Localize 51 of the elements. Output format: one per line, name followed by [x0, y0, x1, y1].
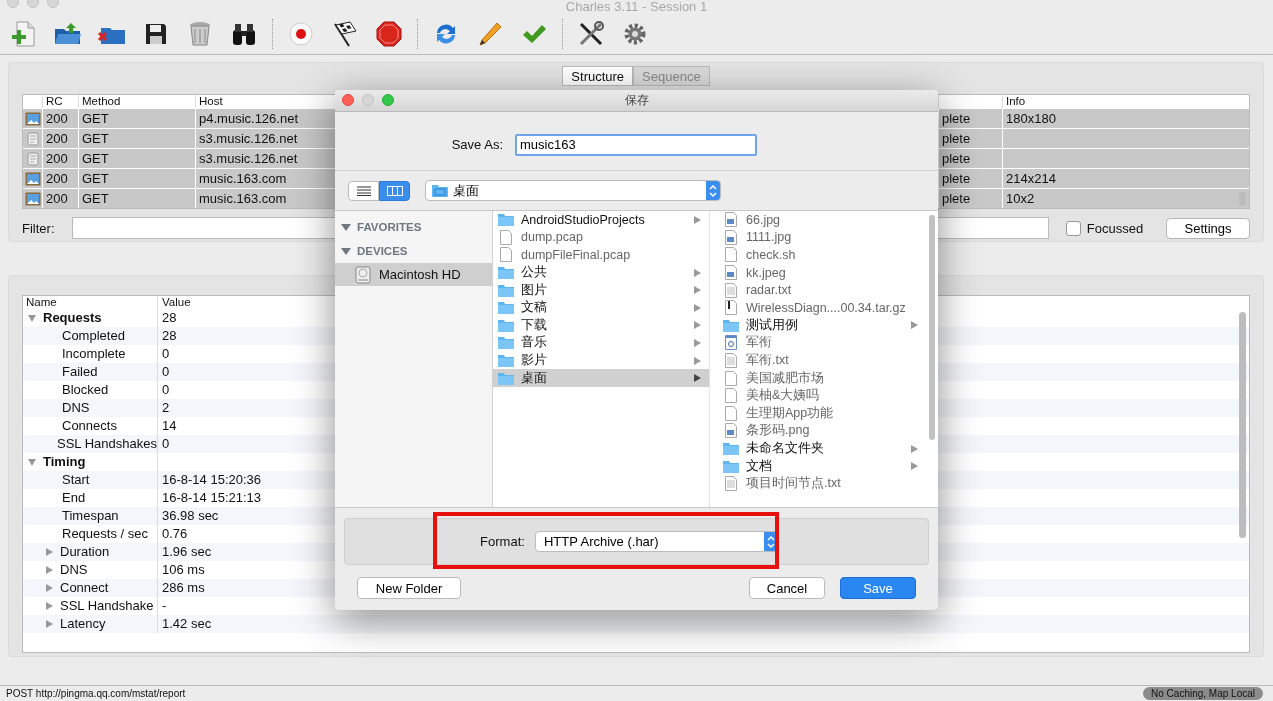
table-cell: 2	[162, 400, 170, 415]
window-title: Charles 3.11 - Session 1	[565, 0, 708, 14]
status-badge: No Caching, Map Local	[1143, 687, 1263, 700]
table-cell: 200	[43, 189, 79, 208]
table-cell: 180x180	[1006, 111, 1056, 126]
tree-label: DNS	[62, 399, 90, 417]
table-cell: 286 ms	[162, 580, 205, 595]
tree-label: Duration	[60, 543, 110, 561]
table-cell: 16-8-14 15:20:36	[162, 472, 262, 487]
tree-label: Connect	[60, 579, 109, 597]
tree-label: SSL Handshakes	[57, 435, 157, 453]
tree-label: SSL Handshake	[60, 597, 154, 615]
table-cell: 0	[162, 382, 170, 397]
tree-label: Connects	[62, 417, 117, 435]
table-cell: 0	[162, 346, 170, 361]
table-cell: GET	[79, 189, 196, 208]
table-cell: 0	[162, 436, 170, 451]
table-cell: 14	[162, 418, 177, 433]
table-cell: 16-8-14 15:21:13	[162, 490, 262, 505]
table-cell: 1.42 sec	[162, 616, 212, 631]
table-cell: 28	[162, 328, 177, 343]
tree-label: Failed	[62, 363, 98, 381]
table-cell: 0.76	[162, 526, 188, 541]
tree-label: Blocked	[62, 381, 109, 399]
table-cell: 106 ms	[162, 562, 205, 577]
sidebar-heading: FAVORITES	[357, 221, 422, 233]
tree-label: Incomplete	[62, 345, 126, 363]
table-cell: 214x214	[1006, 171, 1056, 186]
table-cell: -	[162, 598, 167, 613]
tree-label: DNS	[60, 561, 88, 579]
filter-label: Filter:	[22, 220, 56, 236]
table-cell: 0	[162, 364, 170, 379]
tree-label: Requests	[43, 309, 102, 327]
table-cell: 1.96 sec	[162, 544, 212, 559]
save-as-label: Save As:	[450, 137, 503, 152]
tree-label: Completed	[62, 327, 125, 345]
table-cell: plete	[939, 189, 1003, 208]
status-text: POST http://pingma.qq.com/mstat/report	[6, 688, 186, 699]
table-cell: 10x2	[1006, 191, 1035, 206]
tree-label: Start	[62, 471, 90, 489]
tree-label: End	[62, 489, 86, 507]
dialog-title: 保存	[624, 92, 649, 109]
tree-label: Latency	[60, 615, 106, 633]
tree-label: Timespan	[62, 507, 119, 525]
table-cell: 28	[162, 310, 177, 325]
sidebar-heading: DEVICES	[357, 245, 408, 257]
table-cell: 36.98 sec	[162, 508, 219, 523]
checkbox-label: Focussed	[1086, 220, 1144, 236]
format-label: Format:	[480, 534, 525, 549]
tree-label: Timing	[43, 453, 86, 471]
tree-label: Requests / sec	[62, 525, 148, 543]
